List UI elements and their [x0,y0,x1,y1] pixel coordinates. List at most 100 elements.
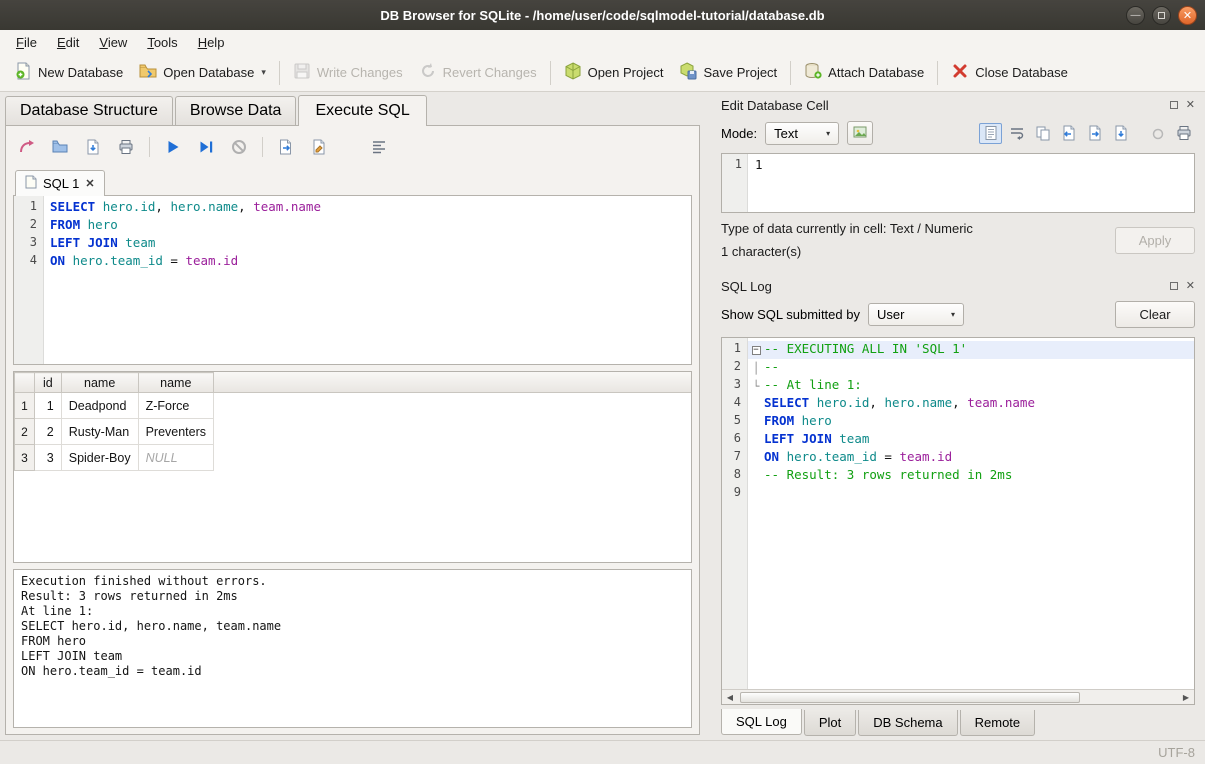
log-line: FROM hero [748,413,1194,431]
open-project-button[interactable]: Open Project [556,57,672,88]
tab-database-structure[interactable]: Database Structure [5,96,173,125]
close-window-button[interactable]: ✕ [1178,6,1197,25]
row-number[interactable]: 2 [15,419,35,445]
attach-database-button[interactable]: Attach Database [796,57,932,88]
close-database-button[interactable]: Close Database [943,57,1076,88]
execute-current-line-icon[interactable] [196,137,216,157]
code-line[interactable]: LEFT JOIN team [50,235,691,253]
scroll-left-icon[interactable]: ◀ [722,693,738,702]
column-header[interactable]: id [35,373,62,393]
main-area: Database Structure Browse Data Execute S… [0,92,1205,740]
cell-type-info: Type of data currently in cell: Text / N… [721,221,973,236]
stop-icon[interactable] [229,137,249,157]
table-cell[interactable]: Preventers [138,419,213,445]
table-cell[interactable]: 2 [35,419,62,445]
cell-value-text[interactable]: 1 [748,154,1194,212]
log-line: -- Result: 3 rows returned in 2ms [748,467,1194,485]
toolbar-separator [550,61,551,85]
code-line[interactable]: ON hero.team_id = team.id [50,253,691,271]
close-dock-icon[interactable]: ✕ [1186,281,1195,292]
toolbar-separator [937,61,938,85]
code-line[interactable]: FROM hero [50,217,691,235]
tab-remote[interactable]: Remote [960,710,1036,736]
export-csv-icon[interactable] [276,137,296,157]
cell-value-editor[interactable]: 1 1 [721,153,1195,213]
save-sql-file-icon[interactable] [83,137,103,157]
open-database-button[interactable]: Open Database ▾ [131,57,274,88]
table-cell[interactable]: 1 [35,393,62,419]
corner-header[interactable] [15,373,35,393]
column-header[interactable]: name [61,373,138,393]
log-filter-select[interactable]: User ▾ [868,303,964,326]
float-dock-icon[interactable] [1170,101,1178,109]
minimize-icon: — [1131,10,1141,21]
set-null-icon[interactable] [1146,123,1169,144]
execute-all-icon[interactable] [163,137,183,157]
code-line[interactable]: SELECT hero.id, hero.name, team.name [50,199,691,217]
write-changes-button[interactable]: Write Changes [285,57,411,88]
tab-db-schema[interactable]: DB Schema [858,710,957,736]
open-sql-file-icon[interactable] [50,137,70,157]
column-header[interactable]: name [138,373,213,393]
text-mode-icon[interactable] [979,123,1002,144]
new-database-button[interactable]: New Database [6,57,131,88]
tab-browse-data[interactable]: Browse Data [175,96,297,125]
new-tab-icon[interactable] [17,137,37,157]
scroll-right-icon[interactable]: ▶ [1178,693,1194,702]
mode-select[interactable]: Text ▾ [765,122,839,145]
maximize-button[interactable] [1152,6,1171,25]
save-cell-icon[interactable] [1109,123,1132,144]
sql-editor[interactable]: 1234 SELECT hero.id, hero.name, team.nam… [13,195,692,365]
save-results-icon[interactable] [309,137,329,157]
menu-view[interactable]: View [89,32,137,53]
table-row[interactable]: 11DeadpondZ-Force [15,393,214,419]
import-icon[interactable] [1057,123,1080,144]
table-cell[interactable]: Rusty-Man [61,419,138,445]
tab-sql-1[interactable]: SQL 1 ✕ [15,170,105,196]
table-cell[interactable]: Spider-Boy [61,445,138,471]
save-project-button[interactable]: Save Project [671,57,785,88]
print-cell-icon[interactable] [1172,123,1195,144]
chevron-down-icon[interactable]: ▾ [261,67,266,78]
tab-sql-log[interactable]: SQL Log [721,709,802,735]
format-lines-icon[interactable] [369,137,389,157]
open-in-app-button[interactable] [847,121,873,145]
save-project-label: Save Project [703,65,777,80]
main-tabbar: Database Structure Browse Data Execute S… [0,96,705,125]
minimize-button[interactable]: — [1126,6,1145,25]
table-row[interactable]: 33Spider-BoyNULL [15,445,214,471]
table-cell[interactable]: Z-Force [138,393,213,419]
menu-edit[interactable]: Edit [47,32,89,53]
editor-code-area[interactable]: SELECT hero.id, hero.name, team.nameFROM… [44,196,691,364]
row-number[interactable]: 1 [15,393,35,419]
encoding-indicator[interactable]: UTF-8 [1158,745,1195,760]
menu-help[interactable]: Help [188,32,235,53]
titlebar[interactable]: DB Browser for SQLite - /home/user/code/… [0,0,1205,30]
tab-execute-sql[interactable]: Execute SQL [298,95,426,126]
float-dock-icon[interactable] [1170,282,1178,290]
scrollbar-thumb[interactable] [740,692,1080,703]
copy-icon[interactable] [1031,123,1054,144]
word-wrap-icon[interactable] [1005,123,1028,144]
table-cell[interactable]: NULL [138,445,213,471]
row-number[interactable]: 3 [15,445,35,471]
horizontal-scrollbar[interactable]: ◀ ▶ [722,689,1194,704]
close-dock-icon[interactable]: ✕ [1186,100,1195,111]
table-cell[interactable]: 3 [35,445,62,471]
table-row[interactable]: 22Rusty-ManPreventers [15,419,214,445]
fold-collapse-icon[interactable]: − [752,346,761,355]
tab-plot[interactable]: Plot [804,710,856,736]
clear-log-button[interactable]: Clear [1115,301,1195,328]
menu-tools[interactable]: Tools [137,32,187,53]
apply-button[interactable]: Apply [1115,227,1195,254]
execute-sql-pane: SQL 1 ✕ 1234 SELECT hero.id, hero.name, … [5,125,700,735]
close-tab-icon[interactable]: ✕ [85,177,94,190]
log-filter-value: User [877,307,904,322]
table-cell[interactable]: Deadpond [61,393,138,419]
revert-changes-button[interactable]: Revert Changes [411,57,545,88]
log-code-area[interactable]: −-- EXECUTING ALL IN 'SQL 1'│--└-- At li… [748,338,1194,689]
menu-file[interactable]: File [6,32,47,53]
print-icon[interactable] [116,137,136,157]
main-toolbar: New Database Open Database ▾ Write Chang… [0,54,1205,92]
export-icon[interactable] [1083,123,1106,144]
